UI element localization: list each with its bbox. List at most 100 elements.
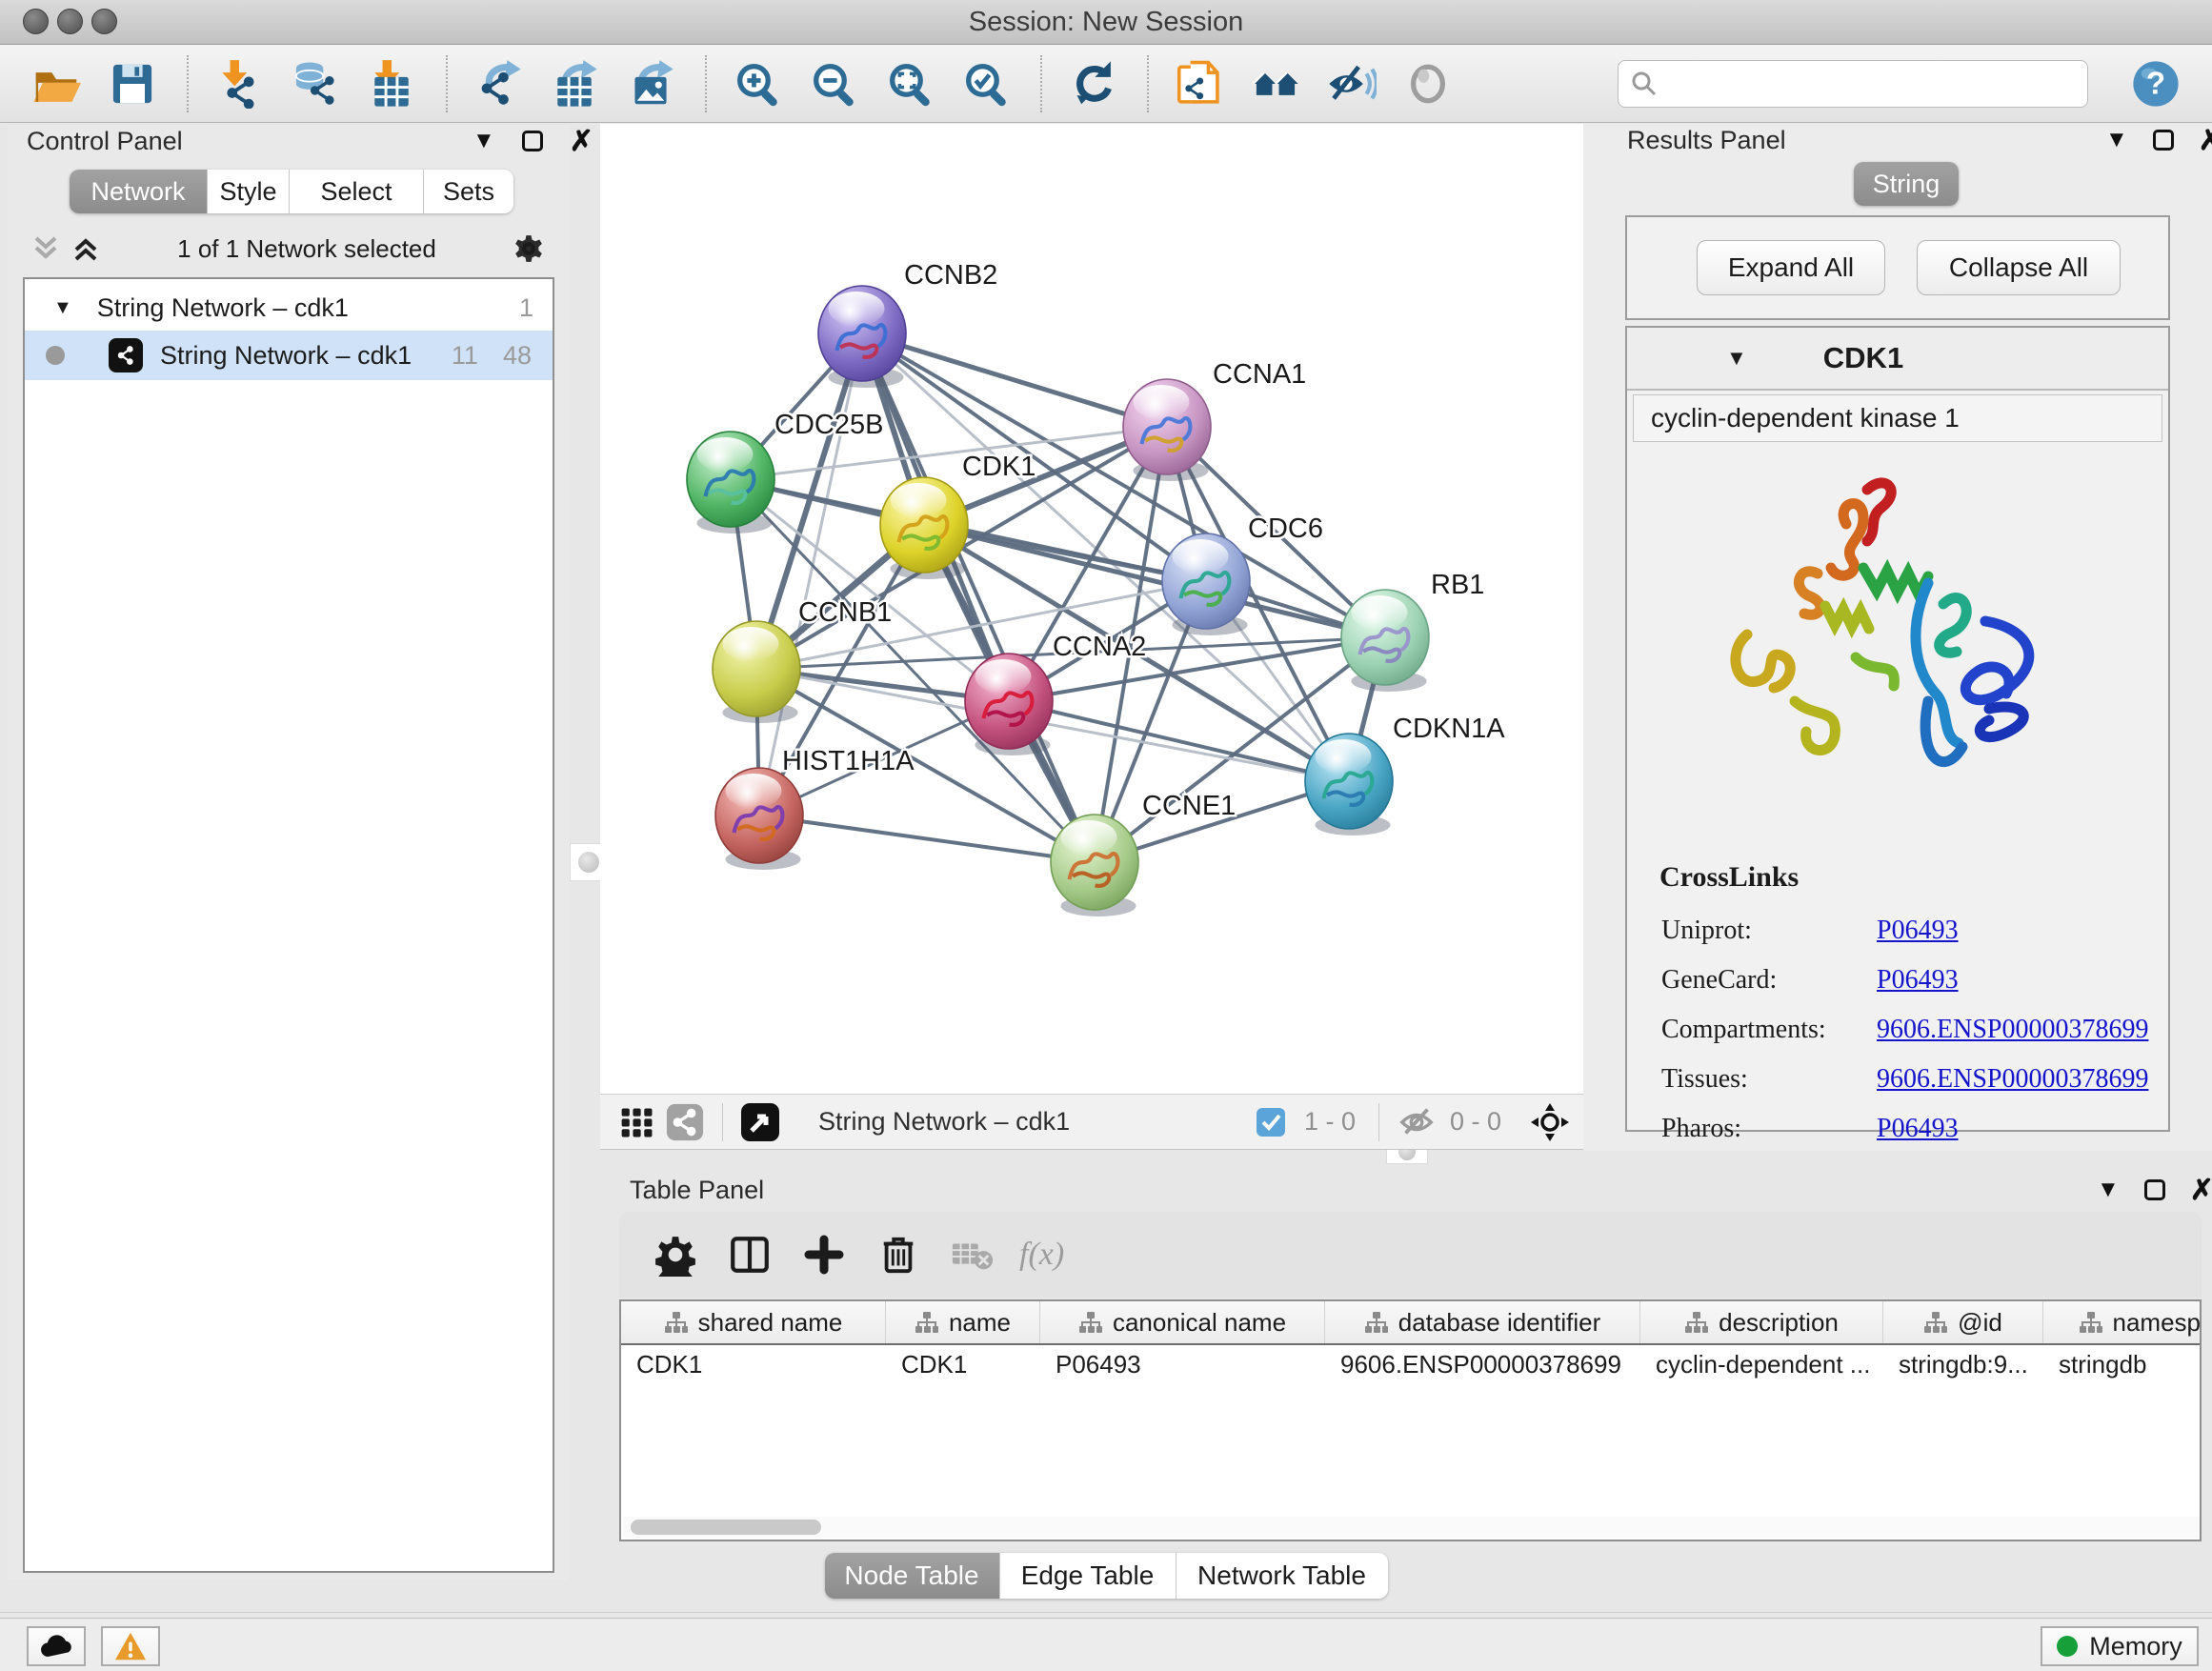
selected-checkbox-icon[interactable] <box>1247 1100 1295 1144</box>
column-header-6[interactable]: @id <box>1883 1301 2043 1343</box>
column-header-1[interactable]: shared name <box>621 1301 886 1343</box>
grid-view-icon[interactable] <box>613 1100 661 1144</box>
warning-button[interactable] <box>101 1626 160 1666</box>
collection-label: String Network – cdk1 <box>97 293 349 323</box>
panel-float-icon[interactable] <box>522 131 543 151</box>
table-cell[interactable]: stringdb:9... <box>1883 1345 2043 1383</box>
attribute-type-icon <box>1078 1310 1103 1335</box>
toolbar-separator <box>446 55 448 112</box>
hide-graphics-details-button[interactable] <box>1322 54 1381 113</box>
tab-node-table[interactable]: Node Table <box>825 1553 1000 1599</box>
share-view-icon[interactable] <box>661 1100 709 1144</box>
column-header-7[interactable]: namespac <box>2043 1301 2202 1343</box>
results-float-icon[interactable] <box>2153 130 2174 151</box>
table-cell[interactable]: cyclin-dependent ... <box>1640 1345 1883 1383</box>
table-menu-caret-icon[interactable]: ▼ <box>2097 1177 2120 1203</box>
tab-style[interactable]: Style <box>208 170 290 213</box>
attribute-type-icon <box>1923 1310 1948 1335</box>
network-collection-row[interactable]: ▼ String Network – cdk1 1 <box>25 285 553 331</box>
gene-section-header[interactable]: ▼ CDK1 <box>1627 328 2168 391</box>
toolbar: ? <box>0 45 2212 123</box>
gene-collapse-caret-icon[interactable]: ▼ <box>1726 346 1747 371</box>
collection-expand-caret-icon[interactable]: ▼ <box>53 297 72 319</box>
table-columns-icon[interactable] <box>722 1227 777 1282</box>
column-header-3[interactable]: canonical name <box>1040 1301 1325 1343</box>
panel-menu-caret-icon[interactable]: ▼ <box>473 128 495 154</box>
zoom-selected-button[interactable] <box>956 54 1016 113</box>
network-row-selected[interactable]: String Network – cdk1 11 48 <box>25 331 553 380</box>
results-menu-caret-icon[interactable]: ▼ <box>2105 127 2128 153</box>
network-edge-CCNB2-CCNE1[interactable] <box>862 333 1095 862</box>
network-edge-CCNB2-CCNA1[interactable] <box>862 333 1167 427</box>
table-float-icon[interactable] <box>2144 1179 2165 1200</box>
expand-all-icon[interactable] <box>70 234 103 263</box>
zoom-in-button[interactable] <box>728 54 787 113</box>
import-network-file-button[interactable] <box>210 54 269 113</box>
table-hscrollbar-thumb[interactable] <box>631 1520 821 1535</box>
table-cell[interactable]: 9606.ENSP00000378699 <box>1325 1345 1640 1383</box>
export-table-button[interactable] <box>545 54 604 113</box>
table-delete-row-icon[interactable] <box>871 1227 926 1282</box>
network-canvas[interactable]: CCNB2 CCNA1 CDC25B CDK1 CDC6 RB1 CCNB1 <box>600 124 1583 1094</box>
table-close-icon[interactable]: ✗ <box>2190 1174 2212 1207</box>
table-toolbar: f(x) <box>619 1212 2202 1298</box>
expand-all-button[interactable]: Expand All <box>1697 240 1885 295</box>
crosslink-link[interactable]: 9606.ENSP00000378699 <box>1877 1064 2148 1095</box>
table-gear-icon[interactable] <box>648 1227 703 1282</box>
network-node-HIST1H1A[interactable]: HIST1H1A <box>715 746 915 870</box>
collapse-all-button[interactable]: Collapse All <box>1917 240 2121 295</box>
table-cell[interactable]: P06493 <box>1040 1345 1325 1383</box>
network-node-CDKN1A[interactable]: CDKN1A <box>1305 714 1505 836</box>
results-gene-section: ▼ CDK1 cyclin-dependent kinase 1 <box>1625 326 2170 1132</box>
crosslink-link[interactable]: P06493 <box>1877 965 1959 996</box>
table-add-icon[interactable] <box>796 1227 852 1282</box>
zoom-out-button[interactable] <box>804 54 863 113</box>
cloud-button[interactable] <box>27 1626 86 1666</box>
zoom-fit-button[interactable] <box>880 54 939 113</box>
network-options-gear-icon[interactable] <box>511 231 547 267</box>
results-close-icon[interactable]: ✗ <box>2199 124 2212 157</box>
network-node-CCNA1[interactable]: CCNA1 <box>1123 359 1306 481</box>
network-node-RB1[interactable]: RB1 <box>1341 570 1484 692</box>
string-home-button[interactable] <box>1246 54 1305 113</box>
column-header-5[interactable]: description <box>1640 1301 1883 1343</box>
export-network-button[interactable] <box>469 54 528 113</box>
crosslink-link[interactable]: P06493 <box>1877 916 1959 946</box>
results-tab-string[interactable]: String <box>1854 162 1959 206</box>
share-document-button[interactable] <box>1170 54 1229 113</box>
open-session-button[interactable] <box>27 54 86 113</box>
save-session-button[interactable] <box>103 54 162 113</box>
refresh-layout-button[interactable] <box>1063 54 1122 113</box>
network-edge-CCNA2-CDKN1A[interactable] <box>1009 701 1349 781</box>
table-cell[interactable]: CDK1 <box>621 1345 886 1383</box>
help-button[interactable]: ? <box>2126 54 2185 113</box>
table-cell[interactable]: stringdb <box>2043 1345 2202 1383</box>
node-table-row[interactable]: CDK1CDK1P064939606.ENSP00000378699cyclin… <box>621 1345 2202 1383</box>
search-input[interactable] <box>1659 64 2087 104</box>
memory-button[interactable]: Memory <box>2041 1626 2199 1666</box>
fit-crosshair-icon[interactable] <box>1526 1100 1574 1144</box>
table-cell[interactable]: CDK1 <box>886 1345 1040 1383</box>
show-graphics-level-button[interactable] <box>1398 54 1458 113</box>
tab-network[interactable]: Network <box>70 170 208 213</box>
collapse-all-icon[interactable] <box>30 234 63 263</box>
network-node-CCNE1[interactable]: CCNE1 <box>1051 791 1236 916</box>
network-node-label-HIST1H1A: HIST1H1A <box>782 746 915 776</box>
tab-network-table[interactable]: Network Table <box>1176 1553 1388 1599</box>
import-network-database-button[interactable] <box>286 54 345 113</box>
column-header-2[interactable]: name <box>886 1301 1040 1343</box>
column-header-4[interactable]: database identifier <box>1325 1301 1640 1343</box>
crosslink-link[interactable]: 9606.ENSP00000378699 <box>1877 1015 2148 1045</box>
tab-select[interactable]: Select <box>290 170 424 213</box>
panel-close-icon[interactable]: ✗ <box>570 125 593 158</box>
export-image-button[interactable] <box>621 54 680 113</box>
network-edge-HIST1H1A-CCNE1[interactable] <box>759 815 1095 862</box>
import-table-file-button[interactable] <box>362 54 421 113</box>
table-hscrollbar[interactable] <box>623 1517 2200 1538</box>
tab-sets[interactable]: Sets <box>424 170 513 213</box>
birds-eye-view-icon[interactable] <box>736 1100 784 1144</box>
collection-count: 1 <box>519 293 533 323</box>
network-edge-CCNB2-HIST1H1A[interactable] <box>759 333 862 815</box>
crosslink-link[interactable]: P06493 <box>1877 1114 1959 1144</box>
tab-edge-table[interactable]: Edge Table <box>1000 1553 1176 1599</box>
